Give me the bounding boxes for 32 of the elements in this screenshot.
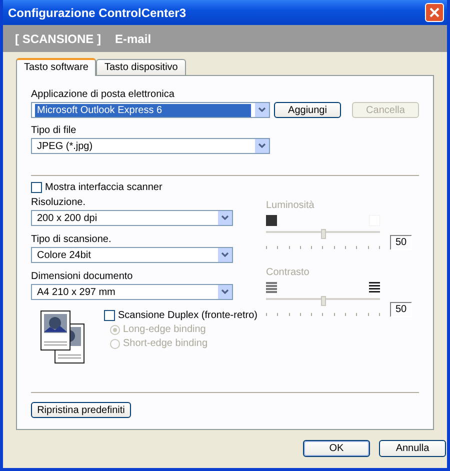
email-app-dropdown[interactable]: Microsoft Outlook Express 6 (31, 102, 270, 118)
field-label: Risoluzione. (31, 197, 86, 208)
settings-dropdown[interactable]: Colore 24bit (31, 247, 233, 263)
reset-button[interactable]: Ripristina predefiniti (31, 402, 131, 418)
section-title: [ SCANSIONE ] (15, 32, 102, 46)
field-label: Dimensioni documento (31, 271, 134, 282)
ok-button[interactable]: OK (303, 440, 370, 457)
close-icon[interactable] (429, 7, 440, 18)
field-label: Tipo di scansione. (31, 234, 112, 245)
checkbox[interactable] (31, 182, 42, 193)
radio-label: Short-edge binding (123, 338, 208, 349)
slider-label: Contrasto (266, 267, 310, 278)
page-title: E-mail (115, 32, 152, 46)
slider-label: Luminosità (266, 200, 316, 211)
high-contrast-icon (369, 282, 380, 293)
radio-label: Long-edge binding (123, 324, 206, 335)
checkbox[interactable] (104, 310, 115, 321)
field-label: Applicazione di posta elettronica (31, 89, 176, 100)
cancel-button[interactable]: Annulla (379, 440, 446, 457)
settings-dropdown[interactable]: A4 210 x 297 mm (31, 284, 233, 300)
close-button[interactable] (425, 3, 444, 22)
tab[interactable]: Tasto dispositivo (96, 59, 186, 75)
settings-dropdown[interactable]: 200 x 200 dpi (31, 210, 233, 226)
low-contrast-icon (266, 282, 277, 293)
field-label: Tipo di file (31, 125, 78, 136)
checkbox-label: Mostra interfaccia scanner (45, 182, 162, 193)
add-button[interactable]: Aggiungi (274, 102, 341, 118)
dark-square-icon (266, 215, 277, 226)
tab[interactable]: Tasto software (16, 58, 96, 76)
window-title: Configurazione ControlCenter3 (8, 6, 186, 20)
file-type-dropdown[interactable]: JPEG (*.jpg) (31, 138, 270, 154)
checkbox-label: Scansione Duplex (fronte-retro) (118, 310, 258, 321)
